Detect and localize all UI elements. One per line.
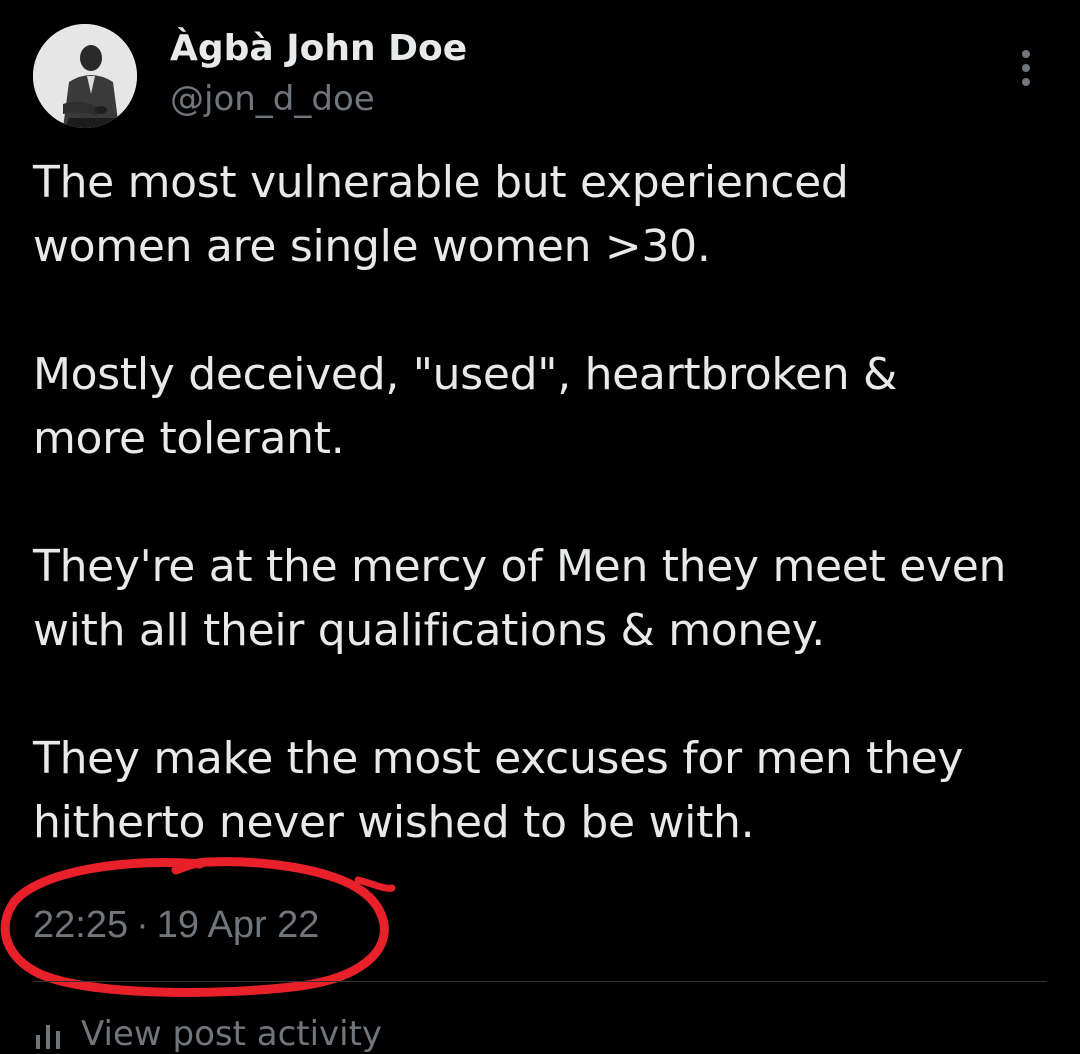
tweet-time[interactable]: 22:25 [33, 904, 128, 946]
tweet-paragraph: The most vulnerable but experienced wome… [33, 157, 849, 272]
tweet-paragraph: They make the most excuses for men they … [33, 733, 964, 848]
timestamp-separator: · [136, 904, 149, 946]
tweet-timestamp[interactable]: 22:25 · 19 Apr 22 [33, 900, 319, 950]
divider [33, 981, 1047, 982]
tweet: Àgbà John Doe @jon_d_doe The most vulner… [0, 0, 1080, 1054]
author-handle[interactable]: @jon_d_doe [170, 77, 375, 121]
tweet-paragraph: Mostly deceived, "used", heartbroken & m… [33, 349, 898, 464]
view-activity-link[interactable]: View post activity [33, 1014, 382, 1054]
analytics-icon [36, 1024, 60, 1049]
avatar[interactable] [33, 24, 137, 128]
view-activity-label[interactable]: View post activity [81, 1014, 382, 1054]
more-options-button[interactable] [1006, 46, 1046, 90]
author-display-name[interactable]: Àgbà John Doe [170, 26, 467, 72]
tweet-date[interactable]: 19 Apr 22 [157, 904, 320, 946]
tweet-text: The most vulnerable but experienced wome… [33, 151, 1053, 919]
profile-photo-icon [33, 24, 137, 128]
tweet-paragraph: They're at the mercy of Men they meet ev… [33, 541, 1007, 656]
